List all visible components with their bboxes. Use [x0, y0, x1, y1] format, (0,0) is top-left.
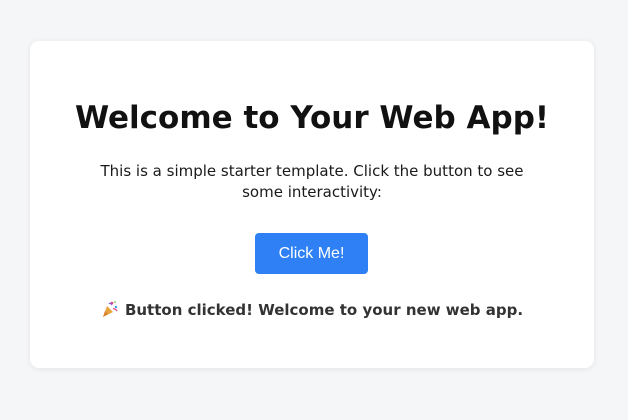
page-title: Welcome to Your Web App!: [74, 100, 550, 136]
description-text: This is a simple starter template. Click…: [100, 162, 524, 201]
welcome-card: Welcome to Your Web App! This is a simpl…: [30, 41, 594, 368]
click-me-button[interactable]: Click Me!: [255, 233, 368, 274]
click-message: Button clicked! Welcome to your new web …: [30, 300, 594, 320]
click-message-text: Button clicked! Welcome to your new web …: [124, 301, 524, 319]
party-popper-icon: [101, 300, 119, 318]
